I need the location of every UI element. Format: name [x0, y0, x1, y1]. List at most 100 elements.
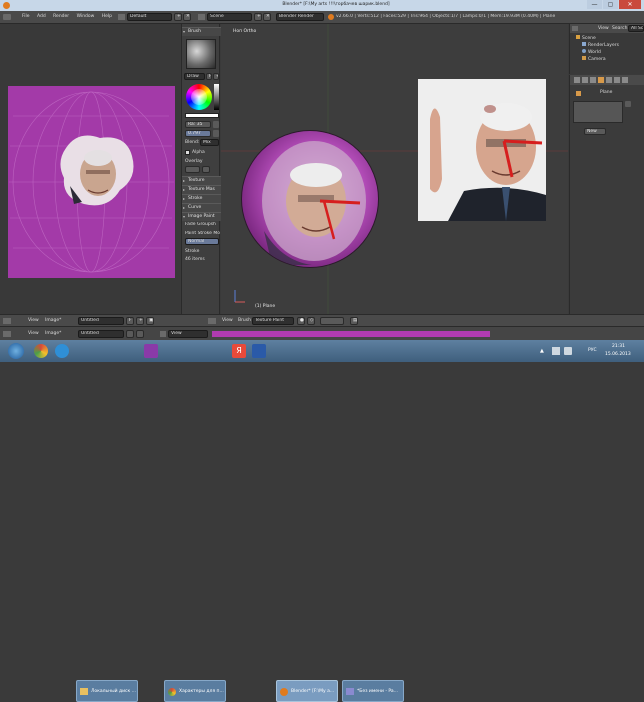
strip-menu-image[interactable]: Image*: [45, 331, 61, 337]
outliner-filter[interactable]: All Sce: [628, 25, 644, 32]
clock-date[interactable]: 15.06.2013: [605, 352, 631, 358]
outliner-editor-icon[interactable]: [572, 26, 578, 31]
image-selector[interactable]: Untitled: [78, 317, 124, 325]
outliner-menu-search[interactable]: Search: [612, 26, 627, 32]
status-strip: View Image* Untitled View: [0, 326, 644, 340]
outliner-item-scene[interactable]: Scene: [576, 35, 596, 42]
radius-pressure-icon[interactable]: [213, 121, 219, 128]
alpha-checkbox[interactable]: [185, 150, 190, 155]
brush-selector[interactable]: Draw: [184, 73, 205, 80]
brush-preview[interactable]: [186, 39, 216, 69]
image-fake-user-button[interactable]: F: [126, 317, 134, 325]
new-material-button[interactable]: New: [584, 128, 606, 135]
image-editor[interactable]: [0, 24, 180, 314]
render-preview-button[interactable]: ▤: [350, 317, 358, 325]
active-color-swatch[interactable]: [185, 113, 219, 118]
maximize-button[interactable]: ▢: [603, 0, 618, 9]
blend-selector[interactable]: Mix: [200, 139, 219, 146]
strip-view-icon[interactable]: [160, 331, 166, 337]
layer-buttons[interactable]: [320, 317, 344, 325]
painted-sphere[interactable]: [241, 130, 379, 268]
texture-tab-icon[interactable]: [622, 77, 628, 83]
3d-viewport[interactable]: Ноп Ortho (1) Plane: [221, 24, 568, 314]
strength-pressure-icon[interactable]: [213, 130, 219, 137]
radius-field[interactable]: Ra: 35: [185, 121, 211, 128]
image-open-button[interactable]: ▣: [146, 317, 154, 325]
strip-editor-type-icon[interactable]: [3, 331, 11, 337]
viewport-menu-view[interactable]: View: [222, 318, 233, 324]
editor-type-info-icon[interactable]: [3, 14, 11, 20]
windows-logo-icon[interactable]: [8, 343, 24, 359]
image-menu-image[interactable]: Image*: [45, 318, 61, 324]
render-engine-selector[interactable]: Blender Render: [276, 13, 324, 21]
reference-portrait: [418, 79, 546, 221]
taskbar-ie-icon[interactable]: [55, 344, 69, 358]
image-menu-view[interactable]: View: [28, 318, 39, 324]
strip-image-selector[interactable]: Untitled: [78, 330, 124, 338]
taskbar-purple-icon[interactable]: [144, 344, 158, 358]
face-groups-option[interactable]: Fade Groupsh: [185, 222, 220, 228]
layout-selector[interactable]: Default: [127, 13, 172, 21]
paint-stroke-mode-label: Paint Stroke Mode: [185, 231, 220, 236]
scene-remove-button[interactable]: ✕: [263, 13, 271, 21]
menu-add[interactable]: Add: [37, 14, 46, 20]
clock-time[interactable]: 21:31: [612, 344, 625, 350]
layout-remove-button[interactable]: ✕: [183, 13, 191, 21]
tray-arrow-icon[interactable]: ▲: [540, 348, 546, 354]
scene-tab-icon[interactable]: [582, 77, 588, 83]
brush-add-button[interactable]: +: [213, 73, 219, 80]
scene-add-button[interactable]: +: [254, 13, 262, 21]
render-tab-icon[interactable]: [574, 77, 580, 83]
image-editor-type-icon[interactable]: [3, 318, 11, 324]
menu-render[interactable]: Render: [53, 14, 69, 20]
tray-network-icon[interactable]: [552, 347, 560, 355]
taskbar-app-browser[interactable]: Характеры для п...: [164, 680, 226, 702]
minimize-button[interactable]: —: [587, 0, 602, 9]
outliner-menu-view[interactable]: View: [598, 26, 609, 32]
paint-icon: [346, 688, 354, 695]
viewport-menu-brush[interactable]: Brush: [238, 318, 251, 324]
outliner-item-camera[interactable]: Camera: [582, 56, 606, 63]
brush-F-button[interactable]: F: [206, 73, 212, 80]
object-tab-icon[interactable]: [598, 77, 604, 83]
taskbar-app-paint[interactable]: *Без имени - Pa...: [342, 680, 404, 702]
world-tab-icon[interactable]: [590, 77, 596, 83]
scene-icon: [198, 14, 205, 20]
viewport-editor-type-icon[interactable]: [208, 318, 216, 324]
strip-menu-view[interactable]: View: [28, 331, 39, 337]
image-new-button[interactable]: +: [136, 317, 144, 325]
paint-stroke-mode-selector[interactable]: Normal: [185, 238, 219, 245]
overlay-button[interactable]: [185, 166, 200, 173]
material-tab-icon[interactable]: [614, 77, 620, 83]
outliner-item-world[interactable]: World: [582, 49, 601, 56]
tray-volume-icon[interactable]: [564, 347, 572, 355]
layout-add-button[interactable]: +: [174, 13, 182, 21]
value-slider[interactable]: [214, 84, 219, 110]
color-wheel[interactable]: [186, 84, 212, 110]
outliner-item-renderlayers[interactable]: RenderLayers: [582, 42, 619, 49]
taskbar-yandex-icon[interactable]: Я: [232, 344, 246, 358]
uv-canvas[interactable]: [8, 86, 175, 278]
taskbar-app-blender[interactable]: Blender* [F:\My a...: [276, 680, 338, 702]
mode-selector[interactable]: Texture Paint: [252, 317, 294, 325]
strip-pin-button[interactable]: [126, 330, 134, 338]
strength-field[interactable]: 0.797: [185, 130, 211, 137]
explorer-icon: [80, 688, 88, 695]
taskbar-app-explorer[interactable]: Локальный диск ...: [76, 680, 138, 702]
menu-help[interactable]: Help: [102, 14, 112, 20]
slot-add-button[interactable]: [625, 101, 631, 107]
menu-file[interactable]: File: [22, 14, 30, 20]
strip-add-button[interactable]: [136, 330, 144, 338]
taskbar-chrome-icon[interactable]: [34, 344, 48, 358]
strip-view-selector[interactable]: View: [168, 330, 208, 338]
pivot-button[interactable]: ◇: [307, 317, 315, 325]
material-slot-list[interactable]: [573, 101, 623, 123]
scene-selector[interactable]: Scene: [207, 13, 252, 21]
language-indicator[interactable]: РУС: [588, 348, 597, 354]
shading-button[interactable]: ●: [297, 317, 305, 325]
taskbar-word-icon[interactable]: [252, 344, 266, 358]
overlay-eye-button[interactable]: [202, 166, 210, 173]
close-button[interactable]: ✕: [619, 0, 641, 9]
menu-window[interactable]: Window: [77, 14, 95, 20]
modifier-tab-icon[interactable]: [606, 77, 612, 83]
